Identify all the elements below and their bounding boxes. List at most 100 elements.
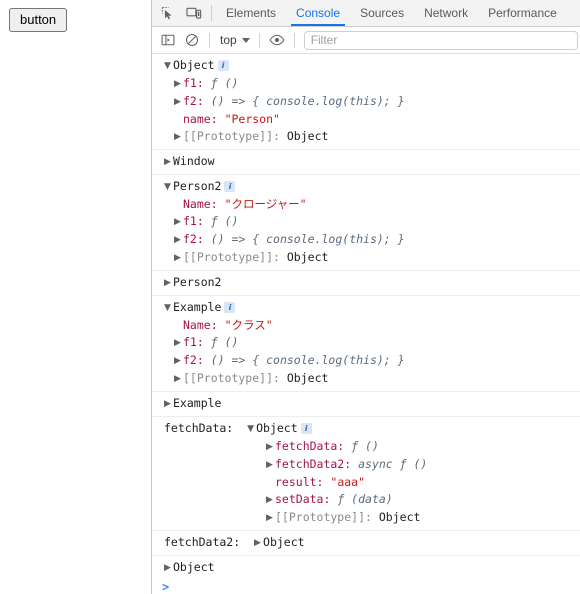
object-property-row[interactable]: fetchData: ƒ () [152, 438, 580, 456]
console-message[interactable]: ExampleiName: "クラス"f1: ƒ ()f2: () => { c… [152, 296, 580, 392]
object-property-row[interactable]: f1: ƒ () [152, 334, 580, 352]
tab-performance[interactable]: Performance [478, 0, 567, 26]
console-message[interactable]: Person2iName: "クロージャー"f1: ƒ ()f2: () => … [152, 175, 580, 271]
console-message-header[interactable]: Example [152, 395, 580, 413]
property-key: [[Prototype]]: [183, 250, 280, 264]
object-property-row[interactable]: [[Prototype]]: Object [152, 370, 580, 388]
property-value: async ƒ () [358, 457, 428, 471]
disclosure-triangle-closed[interactable] [174, 129, 183, 146]
property-value: () => { console.log(this); } [210, 353, 405, 367]
disclosure-triangle-closed[interactable] [164, 560, 173, 577]
console-toolbar: top [152, 27, 580, 54]
console-message[interactable]: Example [152, 392, 580, 417]
disclosure-triangle-open[interactable] [164, 58, 173, 75]
object-name: Person2 [173, 179, 222, 193]
tab-console[interactable]: Console [286, 0, 350, 26]
page-button-button1[interactable]: button [9, 8, 68, 32]
console-message-header[interactable]: Object [152, 559, 580, 577]
console-message-header[interactable]: fetchData2: Object [152, 534, 580, 552]
tab-network[interactable]: Network [414, 0, 478, 26]
console-output[interactable]: Objectif1: ƒ ()f2: () => { console.log(t… [152, 54, 580, 577]
disclosure-triangle-closed[interactable] [174, 76, 183, 93]
device-toolbar-icon[interactable] [181, 0, 207, 26]
info-badge-icon[interactable]: i [217, 60, 229, 71]
object-property-row[interactable]: [[Prototype]]: Object [152, 509, 580, 527]
console-message[interactable]: fetchData: ObjectifetchData: ƒ ()fetchDa… [152, 417, 580, 531]
object-property-row[interactable]: f2: () => { console.log(this); } [152, 93, 580, 111]
info-badge-icon[interactable]: i [300, 423, 312, 434]
disclosure-triangle-closed[interactable] [174, 371, 183, 388]
disclosure-triangle-closed[interactable] [174, 335, 183, 352]
tab-sources[interactable]: Sources [350, 0, 414, 26]
console-message-header[interactable]: Person2 [152, 274, 580, 292]
console-message-label: fetchData2: [164, 535, 255, 549]
object-name: Object [263, 535, 305, 549]
info-badge-icon[interactable]: i [224, 302, 236, 313]
object-property-row[interactable]: name: "Person" [152, 111, 580, 128]
property-key: f2: [183, 353, 204, 367]
toolbar-divider [293, 32, 295, 48]
object-property-row[interactable]: fetchData2: async ƒ () [152, 456, 580, 474]
disclosure-triangle-closed[interactable] [164, 275, 173, 292]
console-message-header[interactable]: fetchData: Objecti [152, 420, 580, 438]
object-name: Example [173, 300, 222, 314]
disclosure-triangle-closed[interactable] [174, 353, 183, 370]
clear-console-icon[interactable] [180, 29, 204, 51]
disclosure-triangle-closed[interactable] [266, 457, 275, 474]
disclosure-triangle-closed[interactable] [254, 535, 263, 552]
sidebar-toggle-icon[interactable] [156, 29, 180, 51]
filter-input[interactable] [303, 30, 578, 50]
console-message-header[interactable]: Objecti [152, 57, 580, 75]
property-value: () => { console.log(this); } [210, 232, 405, 246]
console-message-header[interactable]: Examplei [152, 299, 580, 317]
info-badge-icon[interactable]: i [224, 181, 236, 192]
property-value: ƒ () [210, 214, 239, 228]
object-property-row[interactable]: f1: ƒ () [152, 75, 580, 93]
console-prompt[interactable]: > [152, 577, 580, 594]
disclosure-triangle-closed[interactable] [266, 510, 275, 527]
disclosure-triangle-closed[interactable] [164, 396, 173, 413]
disclosure-triangle-closed[interactable] [174, 214, 183, 231]
object-property-row[interactable]: setData: ƒ (data) [152, 491, 580, 509]
disclosure-triangle-closed[interactable] [174, 250, 183, 267]
tab-label: Network [424, 6, 469, 20]
property-value: Object [286, 250, 329, 264]
property-value: "Person" [224, 112, 280, 126]
property-key: fetchData: [275, 439, 345, 453]
property-key: f2: [183, 94, 204, 108]
console-message[interactable]: fetchData2: Object [152, 531, 580, 556]
property-key: [[Prototype]]: [183, 371, 280, 385]
object-property-row[interactable]: Name: "クラス" [152, 317, 580, 334]
tab-elements[interactable]: Elements [216, 0, 286, 26]
devtools-tabstrip: Elements Console Sources Network Perform… [152, 0, 580, 27]
console-message-header[interactable]: Person2i [152, 178, 580, 196]
disclosure-triangle-open[interactable] [164, 179, 173, 196]
disclosure-triangle-closed[interactable] [174, 94, 183, 111]
console-message[interactable]: Objectif1: ƒ ()f2: () => { console.log(t… [152, 54, 580, 150]
disclosure-triangle-closed[interactable] [266, 439, 275, 456]
console-message-header[interactable]: Window [152, 153, 580, 171]
console-message[interactable]: Object [152, 556, 580, 577]
object-property-row[interactable]: result: "aaa" [152, 474, 580, 491]
object-property-row[interactable]: [[Prototype]]: Object [152, 249, 580, 267]
object-property-row[interactable]: f1: ƒ () [152, 213, 580, 231]
object-name: Example [173, 396, 222, 410]
property-key: setData: [275, 492, 331, 506]
disclosure-triangle-closed[interactable] [174, 232, 183, 249]
object-property-row[interactable]: Name: "クロージャー" [152, 196, 580, 213]
object-property-row[interactable]: f2: () => { console.log(this); } [152, 352, 580, 370]
property-value: ƒ () [351, 439, 379, 453]
disclosure-triangle-closed[interactable] [266, 492, 275, 509]
eye-icon[interactable] [265, 29, 289, 51]
object-property-row[interactable]: [[Prototype]]: Object [152, 128, 580, 146]
object-property-row[interactable]: f2: () => { console.log(this); } [152, 231, 580, 249]
disclosure-triangle-closed[interactable] [164, 154, 173, 171]
console-message[interactable]: Window [152, 150, 580, 175]
disclosure-triangle-open[interactable] [247, 421, 256, 438]
disclosure-triangle-open[interactable] [164, 300, 173, 317]
property-value: ƒ () [210, 335, 239, 349]
inspect-element-icon[interactable] [155, 0, 181, 26]
context-selector[interactable]: top [215, 31, 254, 49]
object-name: Window [173, 154, 215, 168]
console-message[interactable]: Person2 [152, 271, 580, 296]
